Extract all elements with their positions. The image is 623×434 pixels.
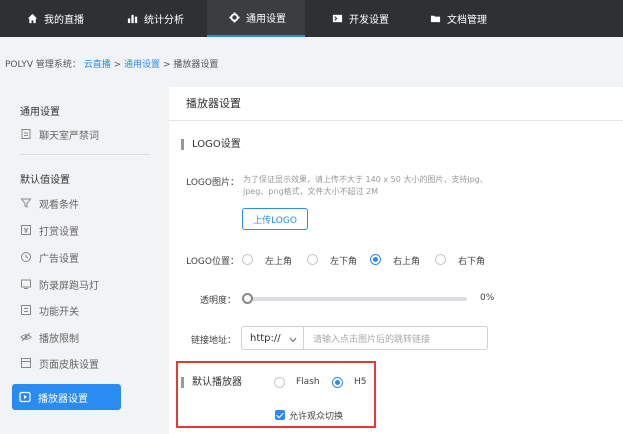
opacity-slider-handle[interactable]: [242, 293, 253, 304]
sidebar-item-feature-switches[interactable]: 功能开关: [20, 299, 79, 321]
sidebar-divider: [20, 154, 150, 155]
nav-item-docs[interactable]: 文档管理: [430, 0, 487, 37]
sidebar-item-label: 播放限制: [39, 333, 79, 345]
reward-icon: [20, 224, 32, 236]
player-icon: [19, 391, 31, 403]
filter-icon: [20, 197, 32, 209]
sidebar-group-title: 通用设置: [20, 107, 60, 118]
link-url-input[interactable]: 请输入点击图片后的跳转链接: [304, 326, 488, 350]
sidebar-item-label: 功能开关: [39, 306, 79, 318]
breadcrumb-link-general-settings[interactable]: 通用设置: [124, 60, 160, 70]
radio-label: 左下角: [330, 257, 358, 267]
switch-icon: [20, 304, 32, 316]
logo-position-label: LOGO位置：: [186, 257, 239, 267]
sidebar-item-anti-record-marquee[interactable]: 防录屏跑马灯: [20, 273, 99, 295]
sidebar-item-label: 防录屏跑马灯: [39, 280, 99, 292]
doc-icon: [20, 128, 32, 140]
upload-logo-button[interactable]: 上传LOGO: [242, 208, 308, 230]
bar-chart-icon: [127, 13, 138, 24]
radio-label: 左上角: [265, 257, 293, 267]
sidebar-item-ad-settings[interactable]: 广告设置: [20, 246, 79, 268]
radio-top-left[interactable]: [242, 254, 253, 265]
sidebar-item-label: 播放器设置: [38, 393, 88, 405]
sidebar-item-label: 聊天室严禁词: [39, 130, 99, 142]
breadcrumb-separator: >: [113, 60, 122, 70]
gear-icon: [229, 12, 240, 23]
link-label: 链接地址：: [190, 336, 236, 346]
sidebar-item-label: 页面皮肤设置: [39, 359, 99, 371]
nav-item-my-live[interactable]: 我的直播: [27, 0, 84, 37]
code-icon: [332, 13, 343, 24]
protocol-value: http://: [250, 332, 281, 344]
logo-hint: 为了保证显示效果，请上传不大于 140 x 50 大小的图片，支持jpg、jpe…: [243, 175, 488, 196]
opacity-label: 透明度：: [199, 296, 236, 306]
sidebar-item-playback-limits[interactable]: 播放限制: [20, 326, 79, 348]
nav-label: 开发设置: [349, 15, 389, 26]
breadcrumb-link-cloud-live[interactable]: 云直播: [84, 60, 111, 70]
radio-bottom-left[interactable]: [307, 254, 318, 265]
nav-item-dev-settings[interactable]: 开发设置: [332, 0, 389, 37]
chevron-down-icon: [289, 335, 297, 346]
skin-icon: [20, 357, 32, 369]
radio-label: 右下角: [458, 257, 486, 267]
opacity-slider-track[interactable]: [244, 297, 467, 301]
sidebar-item-page-skin[interactable]: 页面皮肤设置: [20, 352, 99, 374]
sidebar: 通用设置 聊天室严禁词 默认值设置 观看条件 打赏设置 广告设置 防录屏跑马灯 …: [0, 87, 169, 434]
page-title: 播放器设置: [186, 97, 241, 110]
radio-top-right[interactable]: [370, 254, 381, 265]
sidebar-group-title: 默认值设置: [20, 175, 70, 186]
breadcrumb: POLYV 管理系统： 云直播 > 通用设置 > 播放器设置: [5, 57, 218, 70]
sidebar-item-reward-settings[interactable]: 打赏设置: [20, 219, 79, 241]
breadcrumb-separator: >: [162, 60, 171, 70]
home-icon: [27, 13, 38, 24]
logo-image-label: LOGO图片：: [186, 178, 239, 188]
breadcrumb-prefix: POLYV 管理系统：: [5, 60, 81, 70]
sidebar-item-player-settings[interactable]: 播放器设置: [12, 384, 121, 410]
nav-label: 我的直播: [44, 15, 84, 26]
section-title-logo: LOGO设置: [181, 139, 241, 150]
nav-label: 文档管理: [447, 15, 487, 26]
radio-label: 右上角: [393, 257, 421, 267]
sidebar-item-label: 广告设置: [39, 253, 79, 265]
protocol-select[interactable]: http://: [241, 326, 304, 350]
ad-icon: [20, 251, 32, 263]
opacity-value: 0%: [480, 293, 495, 303]
top-nav: 我的直播 统计分析 通用设置 开发设置 文档管理: [0, 0, 623, 37]
nav-label: 统计分析: [144, 15, 184, 26]
folder-icon: [430, 13, 441, 24]
nav-item-general-settings[interactable]: 通用设置: [207, 0, 305, 37]
title-divider: [169, 120, 623, 121]
screen-icon: [20, 278, 32, 290]
highlight-box: [176, 361, 376, 428]
sidebar-item-chat-banned-words[interactable]: 聊天室严禁词: [20, 123, 99, 145]
sidebar-item-watch-conditions[interactable]: 观看条件: [20, 192, 79, 214]
nav-label: 通用设置: [246, 14, 286, 25]
breadcrumb-current: 播放器设置: [173, 60, 219, 70]
nav-item-stats[interactable]: 统计分析: [127, 0, 184, 37]
radio-bottom-right[interactable]: [435, 254, 446, 265]
sidebar-item-label: 观看条件: [39, 199, 79, 211]
sidebar-item-label: 打赏设置: [39, 226, 79, 238]
eye-off-icon: [20, 331, 32, 343]
